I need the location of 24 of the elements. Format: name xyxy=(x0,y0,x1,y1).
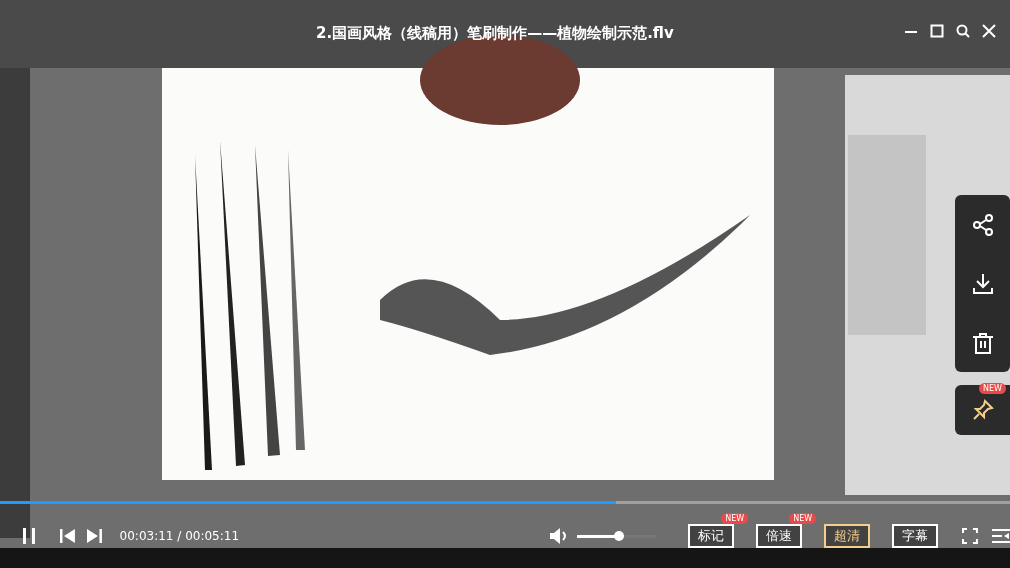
new-badge: NEW xyxy=(979,383,1006,394)
pin-icon[interactable] xyxy=(971,399,994,421)
volume-slider[interactable] xyxy=(576,534,657,538)
delete-icon[interactable] xyxy=(971,331,994,354)
maximize-icon[interactable] xyxy=(930,24,944,38)
pause-icon[interactable] xyxy=(21,527,36,545)
playback-time: 00:03:11 / 00:05:11 xyxy=(119,529,240,543)
close-icon[interactable] xyxy=(982,24,996,38)
search-icon[interactable] xyxy=(956,24,970,38)
playlist-icon[interactable] xyxy=(992,528,1010,544)
next-icon[interactable] xyxy=(85,528,102,544)
download-icon[interactable] xyxy=(971,272,994,295)
volume-icon[interactable] xyxy=(548,527,569,545)
player-option-button[interactable]: 倍速 xyxy=(756,524,803,548)
video-title: 2.国画风格（线稿用）笔刷制作——植物绘制示范.flv xyxy=(316,24,674,43)
player-option-button[interactable]: 标记 xyxy=(688,524,735,548)
player-option-button[interactable]: 字幕 xyxy=(892,524,939,548)
share-icon[interactable] xyxy=(971,213,994,236)
new-badge: NEW xyxy=(721,513,749,524)
previous-icon[interactable] xyxy=(59,528,76,544)
player-option-button[interactable]: 超清 xyxy=(824,524,871,548)
volume-thumb[interactable] xyxy=(613,530,624,541)
new-badge: NEW xyxy=(789,513,817,524)
fullscreen-icon[interactable] xyxy=(962,528,979,544)
